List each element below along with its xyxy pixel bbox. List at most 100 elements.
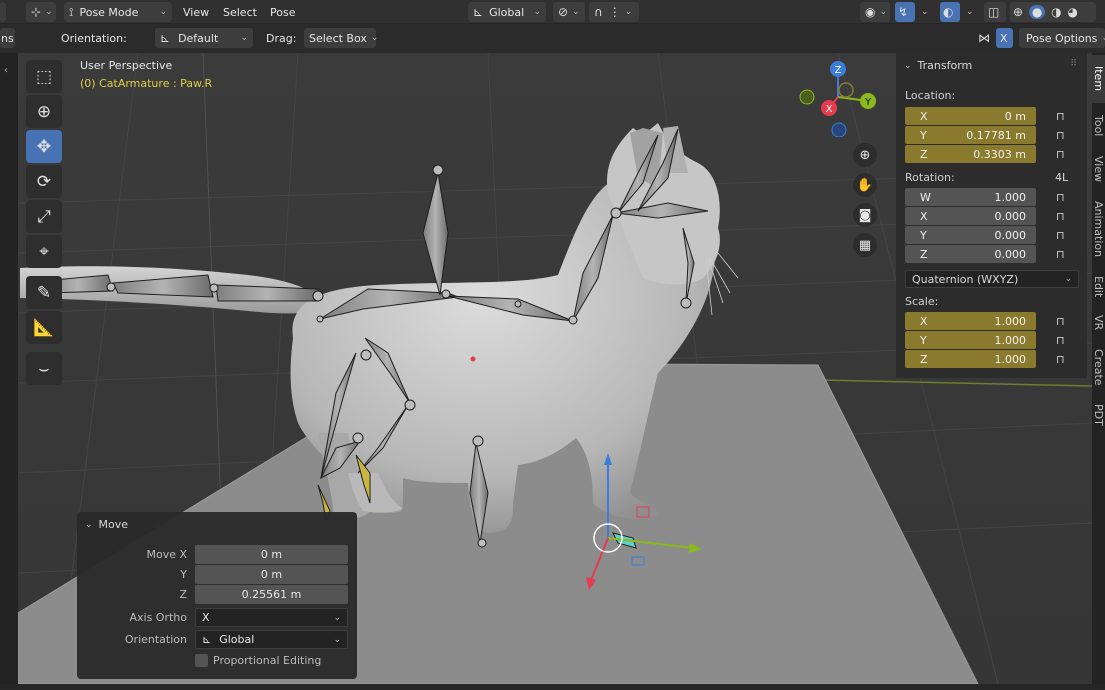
magnet-icon: ∩ <box>594 5 603 19</box>
tab-pdt[interactable]: PDT <box>1090 395 1105 435</box>
select-box-tool[interactable]: ⬚ <box>26 60 62 93</box>
rotate-icon: ⟳ <box>36 171 52 192</box>
chevron-down-icon: ⌄ <box>1101 33 1105 43</box>
perspective-toggle-button[interactable]: ▦ <box>853 233 877 257</box>
chevron-down-icon: ⌄ <box>333 634 341 645</box>
chevron-left-icon[interactable]: ‹ <box>4 65 8 76</box>
chevron-down-icon: ⌄ <box>572 7 580 17</box>
orientation-field-select[interactable]: ⊾ Global ⌄ <box>195 630 348 649</box>
rotation-z-field[interactable]: Z 0.000 <box>905 245 1036 263</box>
drag-handle-icon[interactable]: ⠿ <box>1070 59 1077 69</box>
left-cut-tab[interactable]: ns <box>0 28 15 48</box>
menu-pose[interactable]: Pose <box>265 2 300 22</box>
gizmo-dropdown[interactable]: ⌄ <box>917 2 931 22</box>
material-preview-icon[interactable]: ◑ <box>1051 5 1061 19</box>
cursor-tool[interactable]: ⊕ <box>26 95 62 128</box>
lock-icon[interactable]: ⊓ <box>1056 229 1068 242</box>
tab-create[interactable]: Create <box>1090 341 1105 393</box>
move-x-field[interactable]: 0 m <box>195 545 348 564</box>
pose-options-label: Pose Options <box>1026 31 1098 45</box>
menu-select[interactable]: Select <box>218 2 262 22</box>
scale-z-field[interactable]: Z 1.000 <box>905 350 1036 368</box>
chevron-down-icon: ⌄ <box>333 612 341 623</box>
rotation-4l-toggle[interactable]: 4L <box>1055 171 1068 184</box>
wireframe-icon[interactable]: ⊕ <box>1013 5 1023 19</box>
lock-icon[interactable]: ⊓ <box>1056 191 1068 204</box>
relax-tool[interactable]: ⌣ <box>26 352 62 385</box>
editor-type-button[interactable]: ⊹ ⌄ <box>26 2 56 22</box>
pan-button[interactable]: ✋ <box>853 173 877 197</box>
solid-shading-icon[interactable]: ● <box>1029 5 1046 19</box>
shading-mode-group: ⊕ ● ◑ ◕ <box>1010 2 1096 22</box>
location-z-field[interactable]: Z 0.3303 m <box>905 145 1036 163</box>
lock-icon[interactable]: ⊓ <box>1056 129 1068 142</box>
orientation-icon: ⊾ <box>202 633 212 646</box>
axis-ortho-select[interactable]: X ⌄ <box>195 608 348 627</box>
pivot-point-button[interactable]: ⊘ ⌄ <box>553 2 585 22</box>
tool-shelf: ⬚ ⊕ ✥ ⟳ ⤢ ⌖ ✎ 📐 ⌣ <box>26 60 62 387</box>
camera-view-button[interactable]: ◙ <box>853 203 877 227</box>
tab-edit[interactable]: Edit <box>1090 269 1105 305</box>
orientation-label: Orientation: <box>61 31 127 45</box>
lock-icon[interactable]: ⊓ <box>1056 110 1068 123</box>
scale-y-field[interactable]: Y 1.000 <box>905 331 1036 349</box>
lock-icon[interactable]: ⊓ <box>1056 353 1068 366</box>
pose-mode-icon: ⟟ <box>69 4 74 19</box>
scale-x-field[interactable]: X 1.000 <box>905 312 1036 330</box>
snap-button[interactable]: ∩ ⋮ ⌄ <box>589 2 639 22</box>
tab-animation[interactable]: Animation <box>1090 191 1105 267</box>
orientation-select[interactable]: ⊾ Default ⌄ <box>155 28 253 48</box>
gizmo-neg-z-axis[interactable] <box>831 122 847 137</box>
pose-options-button[interactable]: Pose Options ⌄ <box>1019 28 1105 48</box>
transform-orientation-select[interactable]: ⊾ Global ⌄ <box>468 2 546 22</box>
navigation-gizmo[interactable]: Z Y X <box>798 57 878 137</box>
gizmo-toggle[interactable]: ↯ <box>895 2 915 22</box>
tab-vr[interactable]: VR <box>1090 307 1105 339</box>
menu-view[interactable]: View <box>178 2 214 22</box>
chevron-down-icon: ⌄ <box>240 33 248 43</box>
zoom-button[interactable]: ⊕ <box>853 143 877 167</box>
lock-icon[interactable]: ⊓ <box>1056 315 1068 328</box>
scale-tool[interactable]: ⤢ <box>26 200 62 233</box>
move-z-field[interactable]: 0.25561 m <box>195 585 348 604</box>
tab-view[interactable]: View <box>1090 149 1105 189</box>
visibility-button[interactable]: ◉ ⌄ <box>860 2 890 22</box>
location-x-field[interactable]: X0 m <box>905 107 1036 125</box>
camera-icon: ◙ <box>858 207 872 223</box>
location-y-field[interactable]: Y 0.17781 m <box>905 126 1036 144</box>
annotate-tool[interactable]: ✎ <box>26 276 62 309</box>
tab-tool[interactable]: Tool <box>1090 105 1105 147</box>
gizmo-neg-y-axis[interactable] <box>799 89 815 105</box>
left-region-strip: ‹ <box>0 53 18 684</box>
rotation-w-field[interactable]: W 1.000 <box>905 188 1036 206</box>
mode-select[interactable]: ⟟ Pose Mode ⌄ <box>64 2 172 22</box>
move-panel-header[interactable]: ⌄ Move <box>85 518 128 531</box>
move-tool[interactable]: ✥ <box>26 130 62 163</box>
overlays-dropdown[interactable]: ⌄ <box>962 2 976 22</box>
proportional-editing-checkbox[interactable]: Proportional Editing <box>195 654 321 667</box>
measure-tool[interactable]: 📐 <box>26 311 62 344</box>
gizmo-neg-y[interactable] <box>838 82 854 98</box>
move-y-field[interactable]: 0 m <box>195 565 348 584</box>
lock-icon[interactable]: ⊓ <box>1056 210 1068 223</box>
xray-toggle[interactable]: ◫ <box>984 2 1006 22</box>
drag-select[interactable]: Select Box ⌄ <box>304 28 378 48</box>
move-y-label: Y <box>180 568 187 581</box>
editor-cut-button[interactable] <box>0 2 6 22</box>
lock-icon[interactable]: ⊓ <box>1056 148 1068 161</box>
rotation-x-field[interactable]: X 0.000 <box>905 207 1036 225</box>
mode-label: Pose Mode <box>79 5 139 19</box>
rotation-y-field[interactable]: Y 0.000 <box>905 226 1036 244</box>
lock-icon[interactable]: ⊓ <box>1056 248 1068 261</box>
rendered-shading-icon[interactable]: ◕ <box>1068 5 1078 19</box>
rotate-tool[interactable]: ⟳ <box>26 165 62 198</box>
checkbox-box[interactable] <box>195 654 208 667</box>
overlays-toggle[interactable]: ◐ <box>940 2 960 22</box>
transform-tool[interactable]: ⌖ <box>26 235 62 268</box>
x-mirror-toggle[interactable]: X <box>996 28 1013 48</box>
rotation-mode-select[interactable]: Quaternion (WXYZ) ⌄ <box>905 270 1079 288</box>
curve-icon: ⌣ <box>38 358 50 379</box>
lock-icon[interactable]: ⊓ <box>1056 334 1068 347</box>
transform-section-header[interactable]: ⌄ Transform <box>904 59 972 72</box>
tab-item[interactable]: Item <box>1090 55 1105 103</box>
